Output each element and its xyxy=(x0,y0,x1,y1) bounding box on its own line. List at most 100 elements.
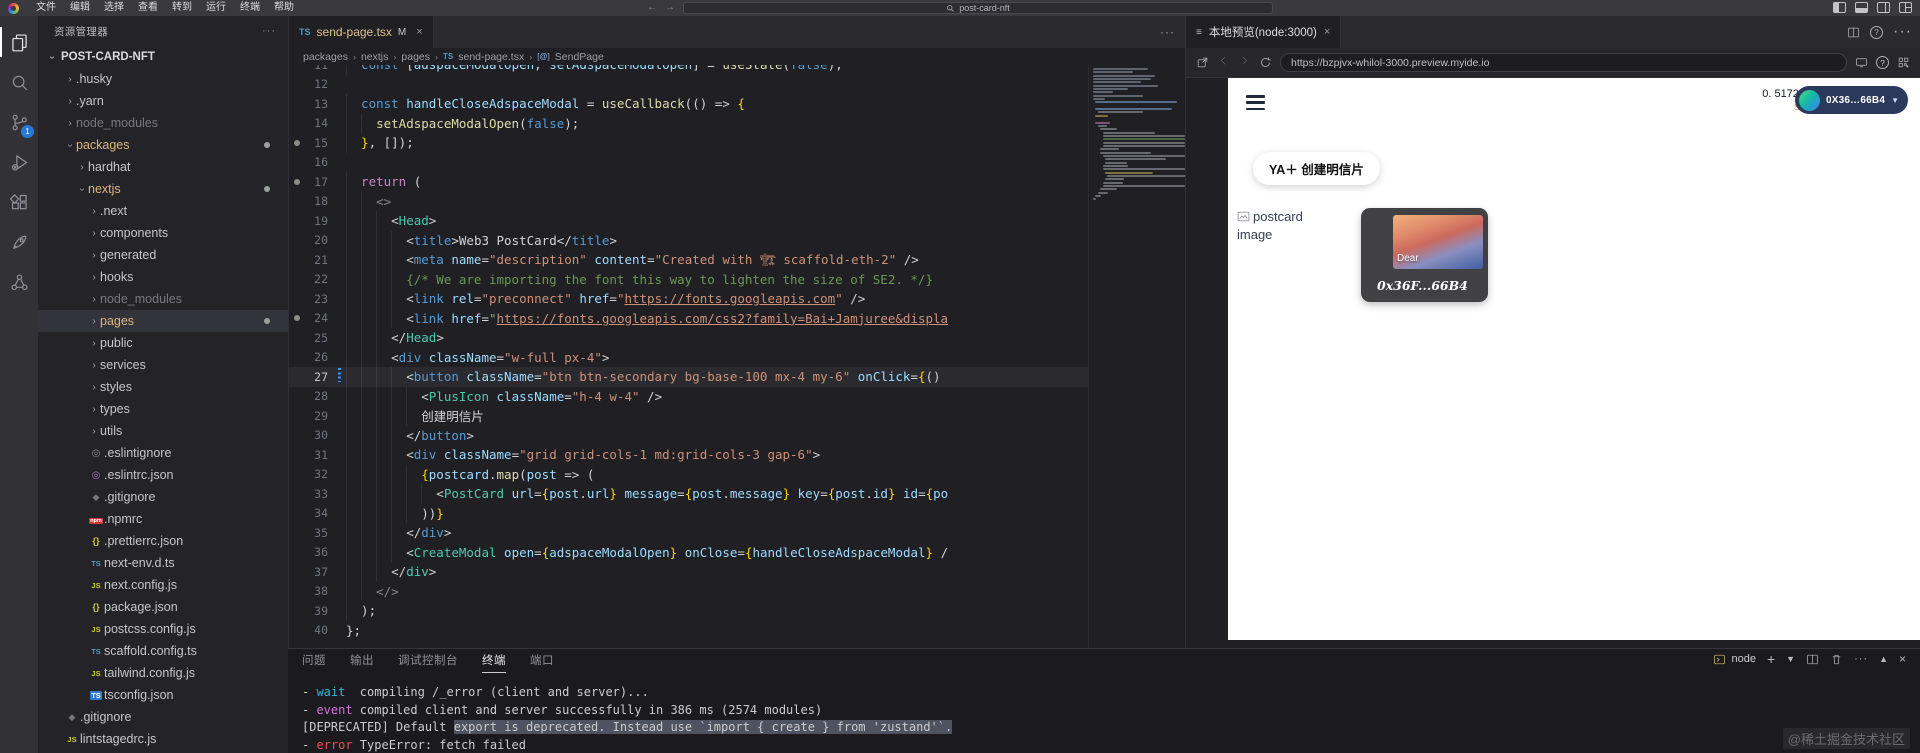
explorer-icon[interactable] xyxy=(0,22,38,62)
deploy-rocket-icon[interactable] xyxy=(0,222,38,262)
code-line-11[interactable]: 11 const [adspaceModalOpen, setAdspaceMod… xyxy=(289,65,1185,75)
breadcrumb-item-nextjs[interactable]: nextjs xyxy=(361,51,388,63)
line-number[interactable]: 17 xyxy=(305,175,337,189)
menu-item-选择[interactable]: 选择 xyxy=(97,0,131,16)
browser-back-icon[interactable] xyxy=(1217,54,1230,67)
code-line-14[interactable]: 14 setAdspaceModalOpen(false); xyxy=(289,113,1185,133)
line-number[interactable]: 22 xyxy=(305,272,337,286)
code-line-12[interactable]: 12 xyxy=(289,75,1185,95)
line-number[interactable]: 39 xyxy=(305,604,337,618)
tree-item-.prettierrc.json[interactable]: {} .prettierrc.json xyxy=(38,530,288,552)
tree-item-styles[interactable]: › styles xyxy=(38,376,288,398)
code-line-15[interactable]: 15}, []); xyxy=(289,133,1185,153)
line-number[interactable]: 18 xyxy=(305,194,337,208)
qr-code-icon[interactable] xyxy=(1897,56,1910,69)
line-number[interactable]: 30 xyxy=(305,428,337,442)
breadcrumb-item-packages[interactable]: packages xyxy=(303,51,348,63)
code-line-33[interactable]: 33 <PostCard url={post.url} message={post… xyxy=(289,484,1185,504)
toggle-panel-icon[interactable] xyxy=(1855,2,1868,13)
tree-item-.eslintrc.json[interactable]: ◎ .eslintrc.json xyxy=(38,464,288,486)
search-sidebar-icon[interactable] xyxy=(0,62,38,102)
line-number[interactable]: 34 xyxy=(305,506,337,520)
line-number[interactable]: 19 xyxy=(305,214,337,228)
line-number[interactable]: 40 xyxy=(305,623,337,637)
breadcrumb-item-send-page.tsx[interactable]: send-page.tsx xyxy=(458,51,524,63)
tree-item-scaffold.config.ts[interactable]: TS scaffold.config.ts xyxy=(38,640,288,662)
kill-terminal-trash-icon[interactable] xyxy=(1830,653,1843,666)
code-line-22[interactable]: 22 {/* We are importing the font this way… xyxy=(289,269,1185,289)
tree-item-.husky[interactable]: › .husky xyxy=(38,68,288,90)
tree-item-.yarn[interactable]: › .yarn xyxy=(38,90,288,112)
command-center-search[interactable]: post-card-nft xyxy=(683,2,1273,14)
tree-item-.gitignore[interactable]: ◆ .gitignore xyxy=(38,486,288,508)
new-terminal-icon[interactable]: + xyxy=(1767,651,1775,667)
code-line-20[interactable]: 20 <title>Web3 PostCard</title> xyxy=(289,230,1185,250)
code-line-29[interactable]: 29 创建明信片 xyxy=(289,406,1185,426)
toggle-sidebar-icon[interactable] xyxy=(1833,2,1846,13)
tree-item-node_modules[interactable]: › node_modules xyxy=(38,112,288,134)
line-number[interactable]: 20 xyxy=(305,233,337,247)
line-number[interactable]: 26 xyxy=(305,350,337,364)
code-line-31[interactable]: 31 <div className="grid grid-cols-1 md:gr… xyxy=(289,445,1185,465)
terminal-process[interactable]: node xyxy=(1713,653,1756,666)
tree-item-postcss.config.js[interactable]: JS postcss.config.js xyxy=(38,618,288,640)
toggle-secondary-sidebar-icon[interactable] xyxy=(1877,2,1890,13)
code-line-30[interactable]: 30 </button> xyxy=(289,425,1185,445)
tree-item-.next[interactable]: › .next xyxy=(38,200,288,222)
line-number[interactable]: 36 xyxy=(305,545,337,559)
line-number[interactable]: 23 xyxy=(305,292,337,306)
tree-item-.npmrc[interactable]: npm .npmrc xyxy=(38,508,288,530)
tree-item-hooks[interactable]: › hooks xyxy=(38,266,288,288)
tree-item-components[interactable]: › components xyxy=(38,222,288,244)
code-line-36[interactable]: 36 <CreateModal open={adspaceModalOpen} o… xyxy=(289,542,1185,562)
tree-item-types[interactable]: › types xyxy=(38,398,288,420)
glyph-margin[interactable] xyxy=(289,139,305,146)
menu-item-查看[interactable]: 查看 xyxy=(131,0,165,16)
history-back-icon[interactable]: ← xyxy=(647,2,657,14)
tree-root[interactable]: › POST-CARD-NFT xyxy=(38,46,288,68)
tree-item-nextjs[interactable]: › nextjs xyxy=(38,178,288,200)
tab-close-icon[interactable]: × xyxy=(416,26,422,38)
source-control-icon[interactable]: 1 xyxy=(0,102,38,142)
tree-item-tsconfig.json[interactable]: TS tsconfig.json xyxy=(38,684,288,706)
preview-help-icon[interactable]: ? xyxy=(1870,25,1884,39)
code-line-19[interactable]: 19 <Head> xyxy=(289,211,1185,231)
panel-tab-调试控制台[interactable]: 调试控制台 xyxy=(398,650,458,672)
panel-tab-终端[interactable]: 终端 xyxy=(482,650,506,673)
line-number[interactable]: 38 xyxy=(305,584,337,598)
menu-item-文件[interactable]: 文件 xyxy=(29,0,63,16)
line-number[interactable]: 24 xyxy=(305,311,337,325)
menu-item-运行[interactable]: 运行 xyxy=(199,0,233,16)
code-line-18[interactable]: 18 <> xyxy=(289,191,1185,211)
line-number[interactable]: 37 xyxy=(305,565,337,579)
browser-refresh-icon[interactable] xyxy=(1259,56,1272,69)
glyph-margin[interactable] xyxy=(289,315,305,322)
panel-tab-问题[interactable]: 问题 xyxy=(302,650,326,672)
tree-item-utils[interactable]: › utils xyxy=(38,420,288,442)
line-number[interactable]: 21 xyxy=(305,253,337,267)
tab-local-preview[interactable]: ≡ 本地预览(node:3000) × xyxy=(1186,16,1342,48)
menu-item-帮助[interactable]: 帮助 xyxy=(267,0,301,16)
tree-item-tailwind.config.js[interactable]: JS tailwind.config.js xyxy=(38,662,288,684)
menu-item-编辑[interactable]: 编辑 xyxy=(63,0,97,16)
wallet-button[interactable]: 0X36…66B4 ▼ xyxy=(1795,86,1908,114)
open-external-icon[interactable] xyxy=(1196,56,1209,69)
code-line-38[interactable]: 38 </> xyxy=(289,581,1185,601)
extensions-icon[interactable] xyxy=(0,182,38,222)
panel-tab-端口[interactable]: 端口 xyxy=(530,650,554,672)
tree-item-generated[interactable]: › generated xyxy=(38,244,288,266)
tree-item-services[interactable]: › services xyxy=(38,354,288,376)
line-number[interactable]: 15 xyxy=(305,136,337,150)
tree-item-lintstagedrc.js[interactable]: JS lintstagedrc.js xyxy=(38,728,288,750)
tree-item-package.json[interactable]: {} package.json xyxy=(38,596,288,618)
code-line-25[interactable]: 25 </Head> xyxy=(289,328,1185,348)
menu-item-转到[interactable]: 转到 xyxy=(165,0,199,16)
tree-item-packages[interactable]: › packages xyxy=(38,134,288,156)
open-in-browser-icon[interactable] xyxy=(1855,56,1868,69)
breadcrumb-item-pages[interactable]: pages xyxy=(401,51,430,63)
line-number[interactable]: 16 xyxy=(305,155,337,169)
code-line-32[interactable]: 32 {postcard.map(post => ( xyxy=(289,464,1185,484)
tree-item-node_modules[interactable]: › node_modules xyxy=(38,288,288,310)
code-line-26[interactable]: 26 <div className="w-full px-4"> xyxy=(289,347,1185,367)
tree-item-.gitignore[interactable]: ◆ .gitignore xyxy=(38,706,288,728)
